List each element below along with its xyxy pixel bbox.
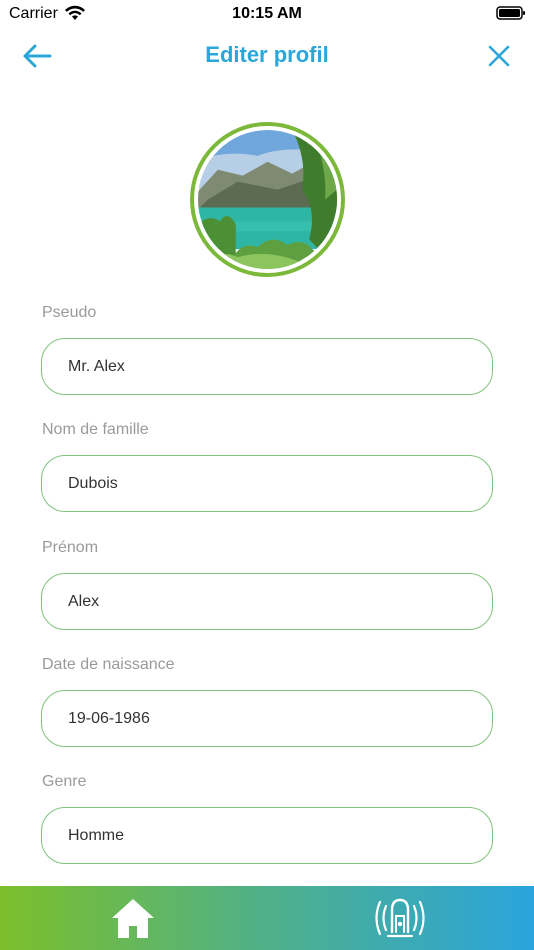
first-name-input[interactable]	[41, 573, 493, 630]
gender-label: Genre	[42, 773, 87, 790]
navigation-bar: Editer profil	[0, 28, 534, 84]
last-name-label: Nom de famille	[42, 421, 149, 438]
status-bar: Carrier 10:15 AM	[0, 0, 534, 28]
profile-avatar[interactable]	[190, 122, 345, 277]
gender-input[interactable]	[41, 807, 493, 864]
pseudo-input[interactable]	[41, 338, 493, 395]
status-time: 10:15 AM	[232, 5, 302, 22]
last-name-input[interactable]	[41, 455, 493, 512]
close-icon[interactable]	[484, 40, 514, 72]
lake-landscape-image	[198, 130, 337, 269]
device-signal-icon[interactable]	[372, 894, 428, 942]
page-title: Editer profil	[205, 42, 329, 67]
bottom-tab-bar	[0, 886, 534, 950]
home-icon[interactable]	[110, 896, 156, 940]
avatar-photo	[198, 130, 337, 269]
pseudo-label: Pseudo	[42, 304, 97, 321]
birth-date-label: Date de naissance	[42, 656, 175, 673]
first-name-label: Prénom	[42, 539, 99, 556]
birth-date-input[interactable]	[41, 690, 493, 747]
battery-icon	[496, 6, 525, 20]
